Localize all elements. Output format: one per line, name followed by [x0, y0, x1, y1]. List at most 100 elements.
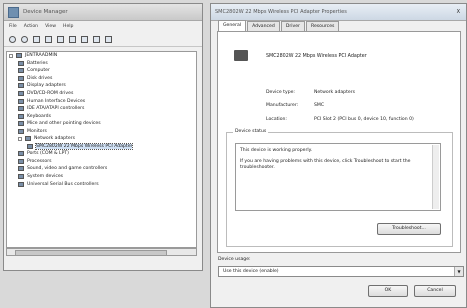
chevron-down-icon[interactable]: ▼ [454, 267, 463, 276]
tree-item[interactable]: Keyboards [7, 112, 196, 120]
tree-item[interactable]: Ports (COM & LPT) [7, 150, 196, 158]
device-status-text[interactable]: This device is working properly. If you … [235, 143, 441, 211]
location-value: PCI Slot 2 (PCI bus 0, device 10, functi… [314, 117, 414, 122]
troubleshoot-button[interactable]: Troubleshoot... [377, 223, 441, 235]
manufacturer-label: Manufacturer: [266, 103, 299, 108]
close-button[interactable]: X [455, 9, 462, 15]
expand-icon[interactable] [9, 53, 13, 58]
properties-titlebar[interactable]: SMC2802W 22 Mbps Wireless PCI Adapter Pr… [211, 4, 466, 21]
toolbar [4, 32, 202, 47]
tree-item-label: Sound, video and game controllers [27, 166, 108, 172]
tree-item[interactable]: Network adapters [7, 135, 196, 143]
back-icon[interactable] [9, 35, 16, 43]
device-status-group: Device status This device is working pro… [226, 129, 453, 247]
help-icon[interactable] [57, 35, 64, 43]
tree-item[interactable]: Human Interface Devices [7, 97, 196, 105]
tree-item[interactable]: System devices [7, 173, 196, 181]
status-help: If you are having problems with this dev… [240, 158, 411, 171]
update-driver-icon[interactable] [45, 35, 52, 43]
device-category-icon [18, 75, 24, 81]
device-usage-select[interactable]: Use this device (enable) ▼ [218, 266, 464, 277]
device-type-label: Device type: [266, 90, 295, 95]
menu-view[interactable]: View [45, 24, 56, 29]
tree-item[interactable]: Mice and other pointing devices [7, 120, 196, 128]
tree-item-label: Batteries [27, 60, 48, 66]
device-tree[interactable]: JENTRAADMIN Batteries Computer Disk drives D… [6, 51, 197, 248]
device-category-icon [16, 53, 22, 59]
disable-icon[interactable] [93, 35, 100, 43]
properties-title: SMC2802W 22 Mbps Wireless PCI Adapter Pr… [215, 9, 347, 15]
device-status-label: Device status [233, 129, 269, 134]
tree-item[interactable]: IDE ATA/ATAPI controllers [7, 105, 196, 113]
tree-item-label: Disk drives [27, 75, 53, 81]
device-category-icon [18, 91, 24, 96]
menu-help[interactable]: Help [63, 24, 73, 29]
horizontal-scrollbar[interactable] [6, 248, 197, 256]
tree-item-label: Mice and other pointing devices [27, 121, 101, 127]
network-adapter-icon [234, 50, 248, 61]
tree-item-label: Human Interface Devices [27, 98, 86, 104]
device-category-icon [18, 174, 24, 180]
device-manager-title: Device Manager [23, 9, 68, 15]
scan-hardware-icon[interactable] [69, 35, 76, 43]
device-category-icon [25, 136, 31, 142]
cancel-button[interactable]: Cancel [414, 285, 456, 297]
tree-item-label: JENTRAADMIN [25, 53, 58, 59]
device-category-icon [18, 151, 24, 157]
tree-item[interactable]: Display adapters [7, 82, 196, 90]
device-category-icon [18, 83, 24, 89]
device-category-icon [18, 121, 24, 127]
tree-item-label: Computer [27, 68, 50, 74]
menu-bar: File Action View Help [4, 21, 202, 32]
device-category-icon [18, 166, 24, 172]
tree-item-label: Monitors [27, 128, 47, 134]
tree-item[interactable]: SMC2802W 22 Mbps Wireless PCI Adapter [7, 142, 196, 151]
location-label: Location: [266, 117, 287, 122]
tree-item-label: Display adapters [27, 83, 66, 89]
menu-action[interactable]: Action [24, 24, 38, 29]
device-category-icon [18, 68, 24, 74]
monitor-icon[interactable] [81, 35, 88, 43]
tree-item[interactable]: Batteries [7, 60, 196, 68]
tree-item[interactable]: Monitors [7, 127, 196, 135]
tree-item-label: IDE ATA/ATAPI controllers [27, 106, 85, 112]
tree-item-label: DVD/CD-ROM drives [27, 91, 74, 96]
general-tab-page: SMC2802W 22 Mbps Wireless PCI Adapter De… [217, 31, 461, 253]
tree-item-label: Processors [27, 158, 52, 164]
menu-file[interactable]: File [9, 24, 17, 29]
ok-button[interactable]: OK [368, 285, 408, 297]
tree-item-label: Ports (COM & LPT) [27, 151, 69, 157]
tree-item[interactable]: Disk drives [7, 75, 196, 83]
tree-item[interactable]: Processors [7, 158, 196, 166]
device-category-icon [18, 113, 24, 119]
scrollbar-thumb[interactable] [15, 250, 167, 256]
device-category-icon [18, 128, 24, 134]
tree-item-label: Keyboards [27, 113, 51, 119]
tree-item-label: Network adapters [34, 136, 76, 142]
device-category-icon [18, 60, 24, 66]
manufacturer-value: SMC [314, 103, 325, 108]
tree-item[interactable]: JENTRAADMIN [7, 52, 196, 60]
tree-item[interactable]: Computer [7, 67, 196, 75]
status-scrollbar[interactable] [432, 145, 439, 209]
device-manager-titlebar[interactable]: Device Manager [4, 4, 202, 21]
device-category-icon [27, 143, 33, 149]
tree-item-label: Universal Serial Bus controllers [27, 181, 99, 187]
tree-item-label: SMC2802W 22 Mbps Wireless PCI Adapter [34, 142, 134, 150]
properties-icon[interactable] [33, 35, 40, 43]
device-category-icon [18, 158, 24, 164]
forward-icon[interactable] [21, 35, 28, 43]
tree-item-label: System devices [27, 174, 64, 180]
tree-item[interactable]: Universal Serial Bus controllers [7, 180, 196, 188]
uninstall-icon[interactable] [105, 35, 112, 43]
device-usage-value: Use this device (enable) [223, 269, 279, 274]
device-usage-label: Device usage: [218, 257, 251, 262]
tree-item[interactable]: DVD/CD-ROM drives [7, 90, 196, 98]
expand-icon[interactable] [18, 136, 22, 141]
device-manager-icon [8, 6, 19, 18]
device-category-icon [18, 181, 24, 187]
tree-item[interactable]: Sound, video and game controllers [7, 165, 196, 173]
properties-dialog: SMC2802W 22 Mbps Wireless PCI Adapter Pr… [210, 3, 467, 308]
device-category-icon [18, 106, 24, 112]
device-category-icon [18, 98, 24, 104]
